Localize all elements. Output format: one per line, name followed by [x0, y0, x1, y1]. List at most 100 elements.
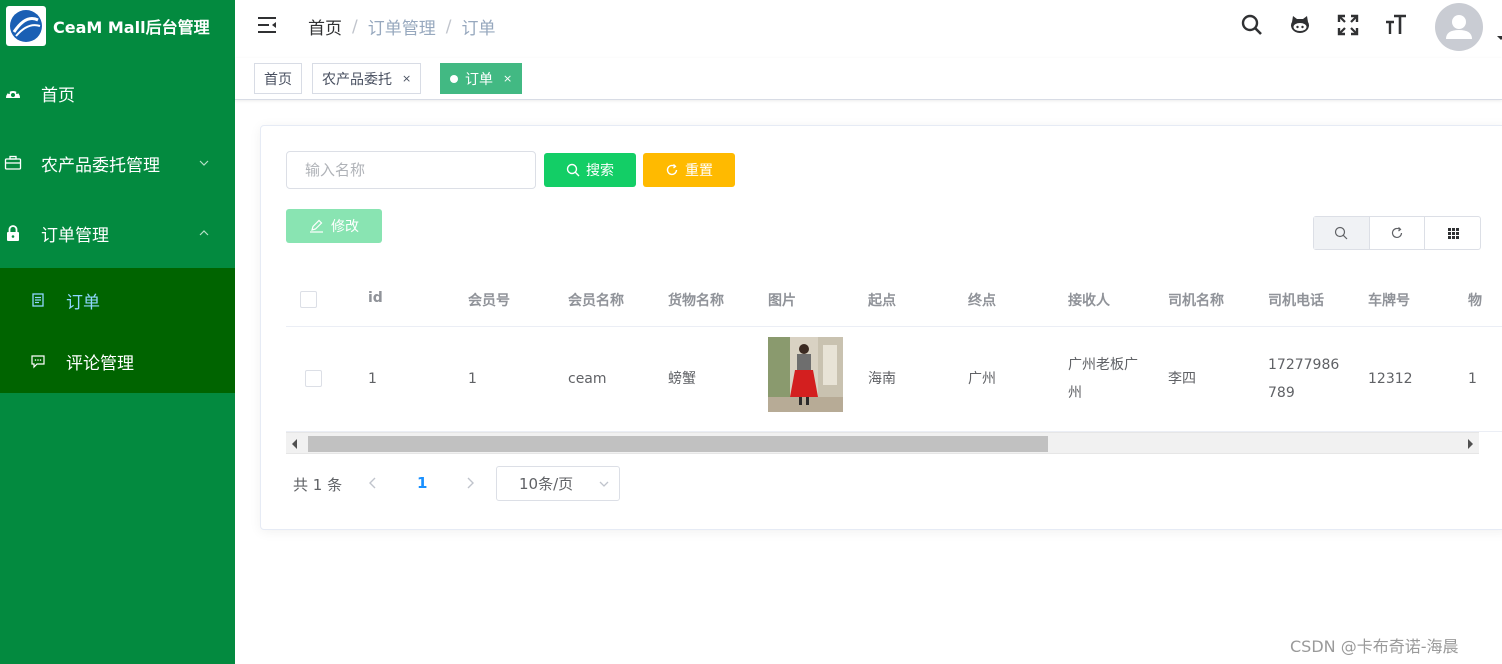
page-size-select[interactable]: 10条/页 — [496, 466, 620, 501]
column-header[interactable]: 终点 — [968, 290, 996, 310]
breadcrumb-item[interactable]: 首页 — [308, 14, 342, 39]
column-header[interactable]: 图片 — [768, 290, 796, 310]
sidebar-item-label: 订单管理 — [41, 225, 109, 246]
chevron-down-icon — [599, 481, 609, 487]
search-button[interactable]: 搜索 — [544, 153, 636, 187]
sidebar-item-produce[interactable]: 农产品委托管理 — [0, 135, 235, 191]
page-size-value: 10条/页 — [519, 475, 574, 493]
user-icon — [1446, 15, 1472, 39]
font-size-icon[interactable] — [1384, 13, 1408, 37]
reset-button-label: 重置 — [685, 162, 713, 178]
chevron-right-icon[interactable] — [463, 476, 477, 490]
search-input[interactable] — [286, 151, 536, 189]
cell-driver-name: 李四 — [1168, 371, 1196, 387]
tags-view: 首页 农产品委托 × 订单 × — [235, 58, 1502, 100]
sidebar-item-orders[interactable]: 订单管理 — [0, 205, 235, 261]
cell-member-name: ceam — [568, 371, 607, 387]
breadcrumb-separator: / — [352, 16, 358, 37]
column-header[interactable]: 车牌号 — [1368, 290, 1410, 310]
dashboard-icon — [6, 89, 20, 98]
tag-home[interactable]: 首页 — [254, 63, 302, 94]
product-photo — [768, 337, 843, 412]
search-button-label: 搜索 — [586, 162, 614, 178]
submenu-item-label: 订单 — [66, 292, 100, 313]
cell-id: 1 — [368, 371, 377, 387]
sidebar: CeaM Mall后台管理 首页 农产品委托管理 订单管理 订单 评论管理 — [0, 0, 235, 664]
horizontal-scrollbar[interactable] — [286, 432, 1479, 454]
refresh-icon — [666, 164, 678, 176]
grid-icon — [1447, 228, 1459, 239]
message-icon — [31, 355, 45, 369]
orders-table: id 会员号 会员名称 货物名称 图片 起点 终点 接收人 司机名称 司机电话 … — [286, 271, 1502, 456]
close-icon[interactable]: × — [503, 72, 512, 85]
tag-label: 农产品委托 — [322, 71, 392, 88]
column-header[interactable]: id — [368, 290, 383, 306]
submenu-orders: 订单 评论管理 — [0, 268, 235, 393]
content-card: 搜索 重置 修改 — [260, 125, 1502, 530]
fullscreen-icon[interactable] — [1336, 13, 1360, 37]
column-header[interactable]: 司机名称 — [1168, 290, 1224, 310]
cell-end: 广州 — [968, 371, 996, 387]
search-icon — [566, 163, 580, 177]
breadcrumb-item: 订单管理 — [367, 19, 436, 39]
avatar[interactable] — [1435, 3, 1483, 51]
product-image[interactable] — [768, 337, 843, 412]
column-header[interactable]: 会员名称 — [568, 290, 624, 310]
cell-member-no: 1 — [468, 371, 477, 387]
edit-icon — [310, 219, 323, 233]
breadcrumb-item: 订单 — [461, 19, 496, 39]
refresh-icon — [1391, 227, 1403, 239]
breadcrumb-separator: / — [445, 16, 452, 37]
github-icon[interactable] — [1288, 13, 1312, 37]
submenu-item-order[interactable]: 订单 — [0, 270, 235, 330]
cell-goods-name: 螃蟹 — [668, 371, 696, 387]
submenu-item-comments[interactable]: 评论管理 — [0, 331, 235, 391]
header: 首页 / 订单管理 / 订单 — [235, 0, 1502, 52]
logo[interactable]: CeaM Mall后台管理 — [0, 0, 235, 52]
sidebar-item-home[interactable]: 首页 — [0, 65, 235, 121]
close-icon[interactable]: × — [402, 72, 411, 85]
tag-produce[interactable]: 农产品委托 × — [312, 63, 422, 94]
scroll-right-icon[interactable] — [1468, 439, 1473, 449]
column-header[interactable]: 起点 — [868, 290, 896, 310]
hamburger-icon[interactable] — [257, 15, 277, 35]
scroll-thumb[interactable] — [308, 436, 1048, 452]
chevron-down-icon — [199, 160, 209, 166]
cell-start: 海南 — [868, 371, 896, 387]
search-icon[interactable] — [1240, 13, 1264, 37]
chevron-left-icon[interactable] — [366, 476, 380, 490]
search-icon — [1335, 226, 1348, 240]
column-header[interactable]: 接收人 — [1068, 290, 1110, 310]
app-title: CeaM Mall后台管理 — [53, 18, 210, 37]
table-row[interactable]: 1 1 ceam 螃蟹 海南 广州 广州老板广州 李四 17277986789 … — [286, 327, 1502, 432]
submenu-item-label: 评论管理 — [66, 353, 134, 374]
edit-button-label: 修改 — [331, 218, 359, 234]
column-header[interactable]: 司机电话 — [1268, 290, 1324, 310]
watermark: CSDN @卡布奇诺-海晨 — [1290, 637, 1459, 656]
scroll-left-icon[interactable] — [292, 439, 297, 449]
refresh-button[interactable] — [1370, 217, 1426, 249]
logo-icon — [6, 6, 46, 46]
caret-down-icon[interactable] — [1497, 34, 1502, 42]
column-header[interactable]: 会员号 — [468, 290, 510, 310]
breadcrumb: 首页 / 订单管理 / 订单 — [308, 14, 496, 40]
tag-label: 订单 — [465, 71, 493, 88]
cell-driver-phone: 17277986789 — [1268, 357, 1340, 401]
cell-receiver: 广州老板广州 — [1068, 357, 1138, 401]
sidebar-item-label: 农产品委托管理 — [41, 155, 160, 176]
column-header[interactable]: 物 — [1468, 290, 1482, 310]
column-header[interactable]: 货物名称 — [668, 290, 724, 310]
edit-button[interactable]: 修改 — [286, 209, 382, 243]
active-dot-icon — [450, 74, 458, 83]
sidebar-item-label: 首页 — [41, 85, 75, 106]
lock-icon — [7, 225, 19, 241]
columns-button[interactable] — [1425, 217, 1480, 249]
briefcase-icon — [4, 155, 22, 170]
row-checkbox[interactable] — [305, 370, 322, 387]
table-header: id 会员号 会员名称 货物名称 图片 起点 终点 接收人 司机名称 司机电话 … — [286, 271, 1502, 327]
pagination-page[interactable]: 1 — [417, 474, 427, 492]
tag-order[interactable]: 订单 × — [440, 63, 523, 94]
reset-button[interactable]: 重置 — [643, 153, 735, 187]
toggle-search-button[interactable] — [1314, 217, 1370, 249]
select-all-checkbox[interactable] — [300, 291, 317, 308]
